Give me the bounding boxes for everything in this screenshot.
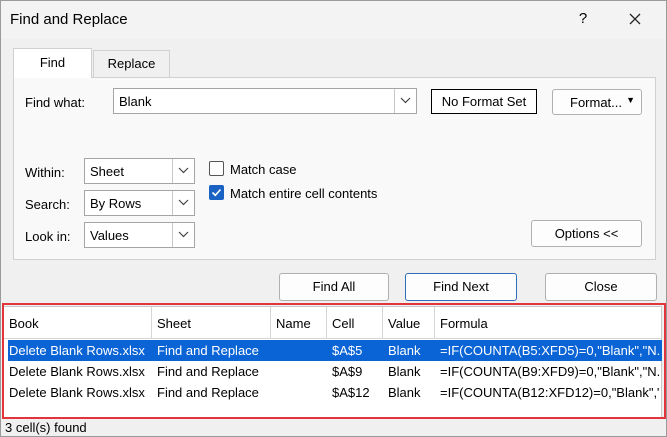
results-list[interactable]: Book Sheet Name Cell Value Formula Delet… xyxy=(3,306,662,418)
table-row[interactable]: Delete Blank Rows.xlsx Find and Replace … xyxy=(8,361,662,382)
close-icon[interactable] xyxy=(621,5,649,33)
search-select[interactable]: By Rows xyxy=(84,190,195,216)
column-header-cell[interactable]: Cell xyxy=(327,307,383,339)
search-label: Search: xyxy=(25,197,70,212)
title-bar: Find and Replace ? xyxy=(1,1,666,39)
column-header-sheet[interactable]: Sheet xyxy=(152,307,271,339)
match-case-label: Match case xyxy=(230,162,297,177)
chevron-down-icon[interactable] xyxy=(172,159,194,183)
status-text: 3 cell(s) found xyxy=(5,420,87,435)
match-case-checkbox[interactable] xyxy=(209,161,224,176)
find-all-button[interactable]: Find All xyxy=(279,273,389,301)
help-button[interactable]: ? xyxy=(569,5,597,33)
checkmark-icon xyxy=(211,188,222,197)
options-button[interactable]: Options << xyxy=(531,220,642,247)
within-select[interactable]: Sheet xyxy=(84,158,195,184)
look-in-select[interactable]: Values xyxy=(84,222,195,248)
look-in-label: Look in: xyxy=(25,229,71,244)
chevron-down-icon[interactable] xyxy=(172,223,194,247)
format-preview: No Format Set xyxy=(431,89,537,114)
column-header-value[interactable]: Value xyxy=(383,307,435,339)
tab-find[interactable]: Find xyxy=(13,48,92,78)
match-entire-checkbox[interactable] xyxy=(209,185,224,200)
table-row[interactable]: Delete Blank Rows.xlsx Find and Replace … xyxy=(8,340,662,361)
column-header-formula[interactable]: Formula xyxy=(435,307,661,339)
match-entire-label: Match entire cell contents xyxy=(230,186,378,201)
tab-replace[interactable]: Replace xyxy=(93,50,170,77)
find-what-label: Find what: xyxy=(25,95,85,110)
find-what-input[interactable]: Blank xyxy=(113,88,417,114)
column-header-book[interactable]: Book xyxy=(4,307,152,339)
dialog-title: Find and Replace xyxy=(10,11,128,28)
within-label: Within: xyxy=(25,165,65,180)
dropdown-arrow-icon: ▼ xyxy=(626,95,635,105)
column-header-name[interactable]: Name xyxy=(271,307,327,339)
table-row[interactable]: Delete Blank Rows.xlsx Find and Replace … xyxy=(8,382,662,403)
chevron-down-icon[interactable] xyxy=(172,191,194,215)
close-button[interactable]: Close xyxy=(545,273,657,301)
format-button[interactable]: Format... ▼ xyxy=(552,89,642,115)
find-replace-dialog: Find and Replace ? Find Replace Find wha… xyxy=(0,0,667,437)
chevron-down-icon[interactable] xyxy=(394,89,416,113)
find-next-button[interactable]: Find Next xyxy=(405,273,517,301)
